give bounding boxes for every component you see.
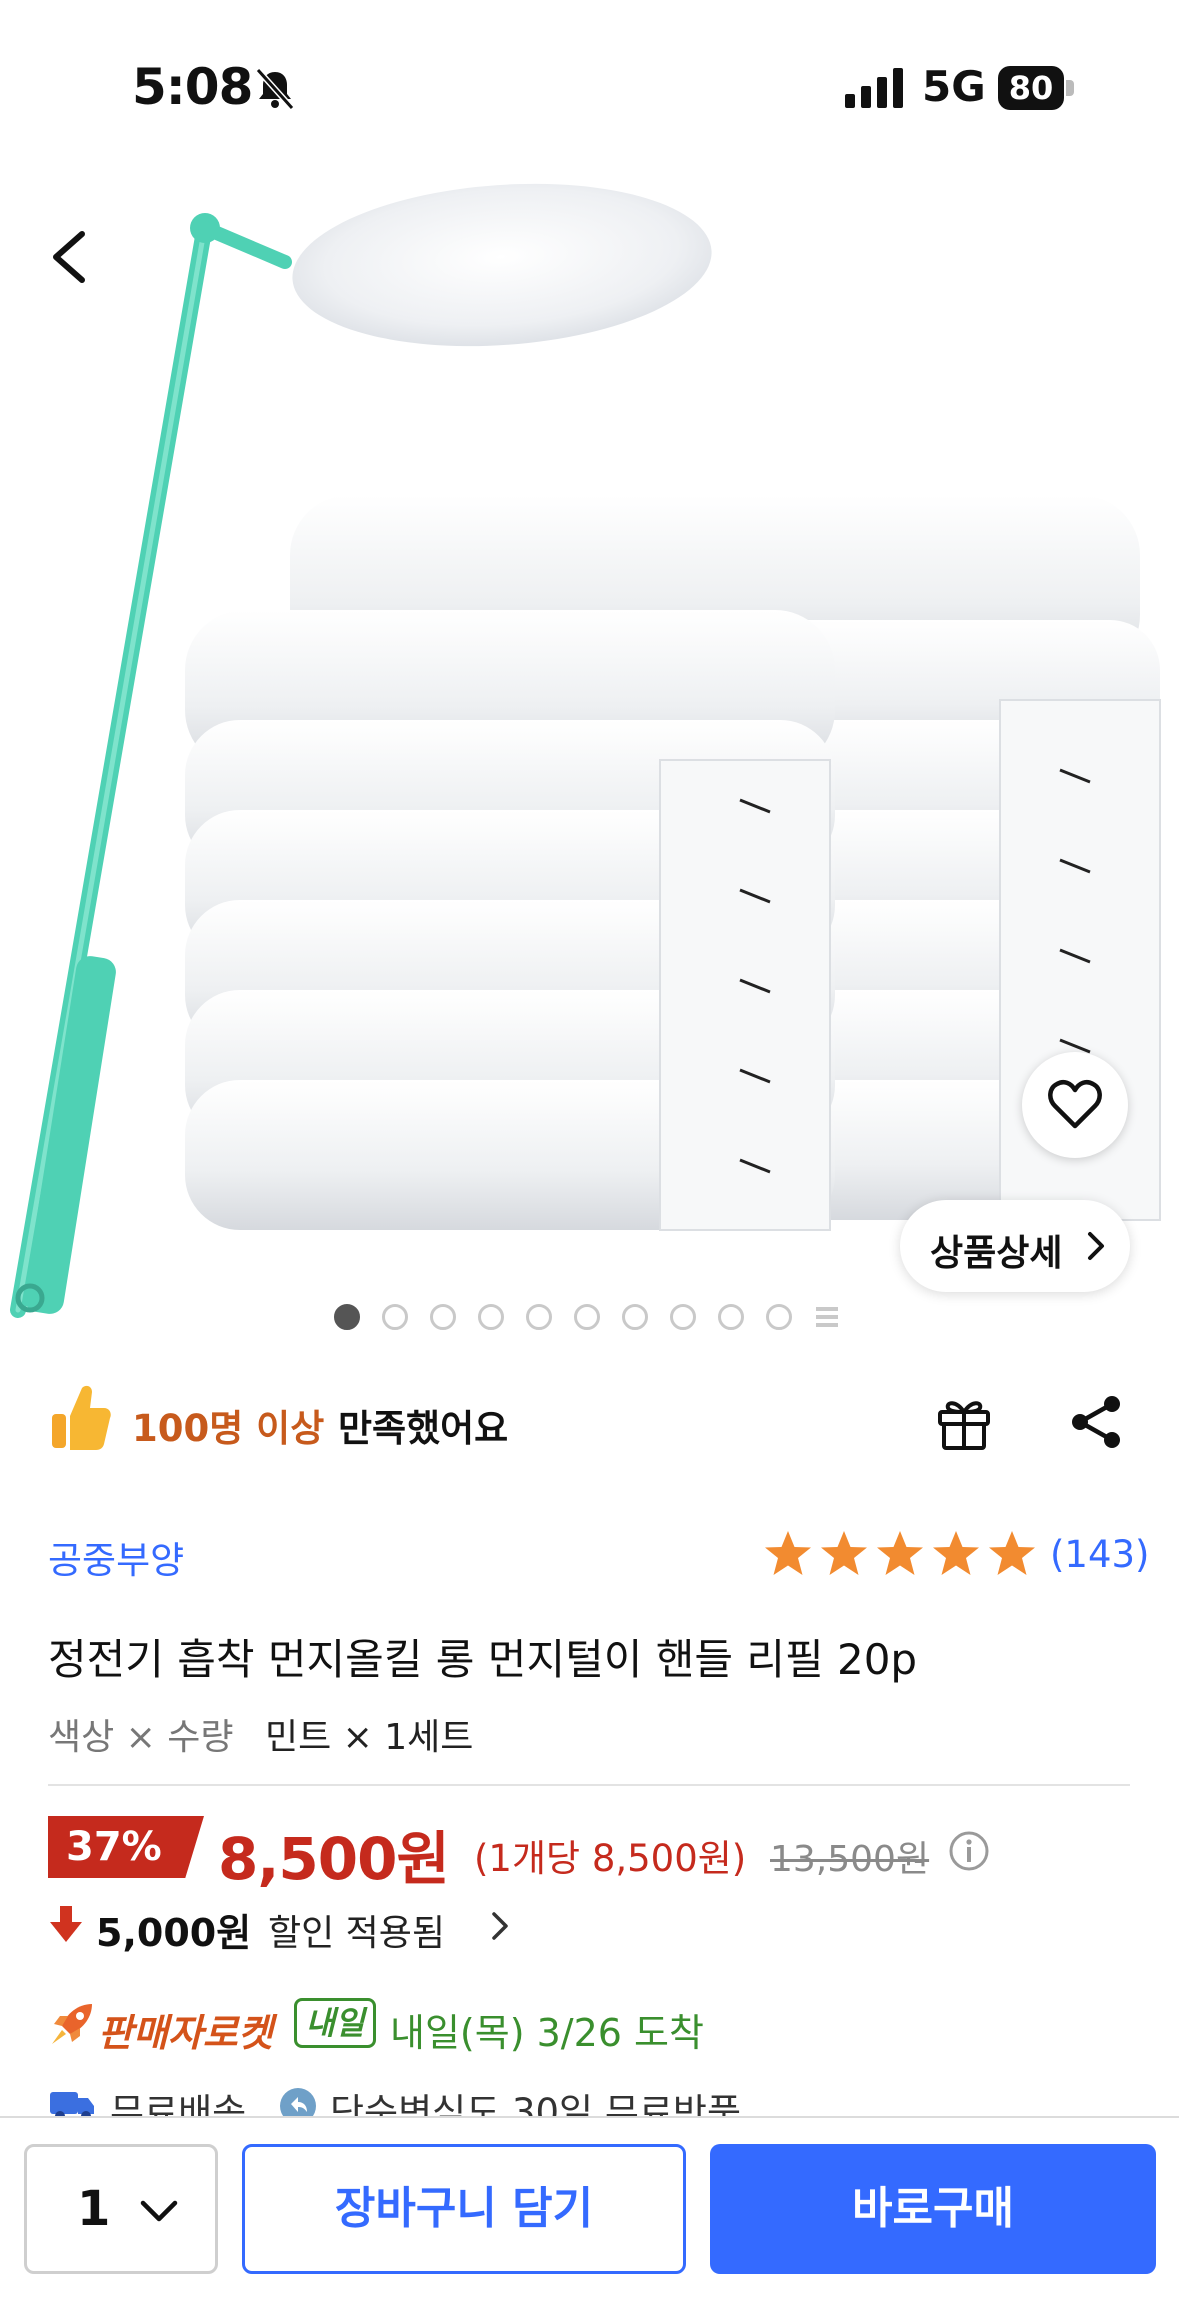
star-icon [877,1531,923,1575]
divider [48,1784,1130,1786]
star-icon [933,1531,979,1575]
selected-option[interactable]: 색상 × 수량 민트 × 1세트 [48,1708,473,1760]
discount-amount: 5,000원 [96,1911,252,1955]
option-key: 색상 × 수량 [48,1717,234,1758]
arrival-date: 내일(목) 3/26 도착 [390,2011,704,2055]
pager-dot[interactable] [334,1304,360,1330]
pager-dot[interactable] [766,1304,792,1330]
pager-dot[interactable] [526,1304,552,1330]
status-time: 5:08 [132,58,253,116]
image-pager[interactable] [334,1304,840,1330]
product-title: 정전기 흡착 먼지올킬 롱 먼지털이 핸들 리필 20p [48,1635,918,1684]
discount-text: 할인 적용됨 [268,1913,446,1954]
bell-muted-icon [255,67,295,111]
pager-dot[interactable] [478,1304,504,1330]
price-row: 37% 8,500원 (1개당 8,500원) 13,500원 [48,1812,1148,1893]
share-icon[interactable] [1064,1390,1128,1454]
heart-icon [1048,1080,1102,1129]
arrow-down-icon [50,1906,82,1942]
network-type: 5G [922,62,986,111]
gift-icon[interactable] [932,1390,996,1454]
pager-dot[interactable] [382,1304,408,1330]
brand-link[interactable]: 공중부양 [48,1530,184,1584]
review-count[interactable]: (143) [1050,1533,1150,1576]
quantity-select[interactable]: 1 [24,2144,218,2274]
battery-icon: 80 [998,66,1076,110]
bottom-action-bar: 1 장바구니 담기 바로구매 [0,2116,1179,2298]
pager-dot[interactable] [430,1304,456,1330]
pager-dot[interactable] [670,1304,696,1330]
status-bar: 5:08 5G 80 [0,0,1179,150]
rocket-delivery-label: 판매자로켓 [98,2011,273,2055]
quantity-value: 1 [77,2181,111,2237]
thumbs-up-icon [52,1385,111,1450]
star-icon [989,1531,1035,1575]
pager-dot[interactable] [622,1304,648,1330]
battery-level: 80 [998,66,1064,110]
star-icon [765,1531,811,1575]
wishlist-button[interactable] [1022,1052,1128,1158]
unit-price: (1개당 8,500원) [474,1837,747,1880]
pager-dot[interactable] [574,1304,600,1330]
original-price: 13,500원 [770,1839,930,1880]
duster-product-photo [10,183,1161,1318]
tomorrow-badge: 내일 [294,1998,376,2048]
chevron-right-icon [492,1912,508,1940]
discount-rate-badge: 37% [48,1816,204,1878]
satisfaction-text: 만족했어요 [338,1407,509,1450]
signal-icon [845,68,903,108]
back-arrow-icon[interactable] [40,222,100,292]
rocket-icon [52,2004,92,2044]
chevron-down-icon [140,2200,178,2222]
star-icon [821,1531,867,1575]
add-to-cart-button[interactable]: 장바구니 담기 [242,2144,686,2274]
option-value: 민트 × 1세트 [264,1717,474,1758]
grid-more-icon[interactable] [814,1304,840,1330]
product-image[interactable] [0,150,1179,1320]
pager-dot[interactable] [718,1304,744,1330]
product-detail-label: 상품상세 [930,1233,1063,1274]
satisfaction-count: 100명 이상 [132,1407,325,1450]
chevron-right-icon [1088,1232,1104,1260]
rating-summary[interactable]: (143) [762,1526,1150,1582]
buy-now-button[interactable]: 바로구매 [710,2144,1156,2274]
sale-price: 8,500원 [218,1825,450,1893]
info-icon[interactable] [948,1830,990,1872]
product-detail-button[interactable]: 상품상세 [900,1200,1130,1292]
satisfaction-row: 100명 이상 만족했어요 [48,1382,1138,1452]
